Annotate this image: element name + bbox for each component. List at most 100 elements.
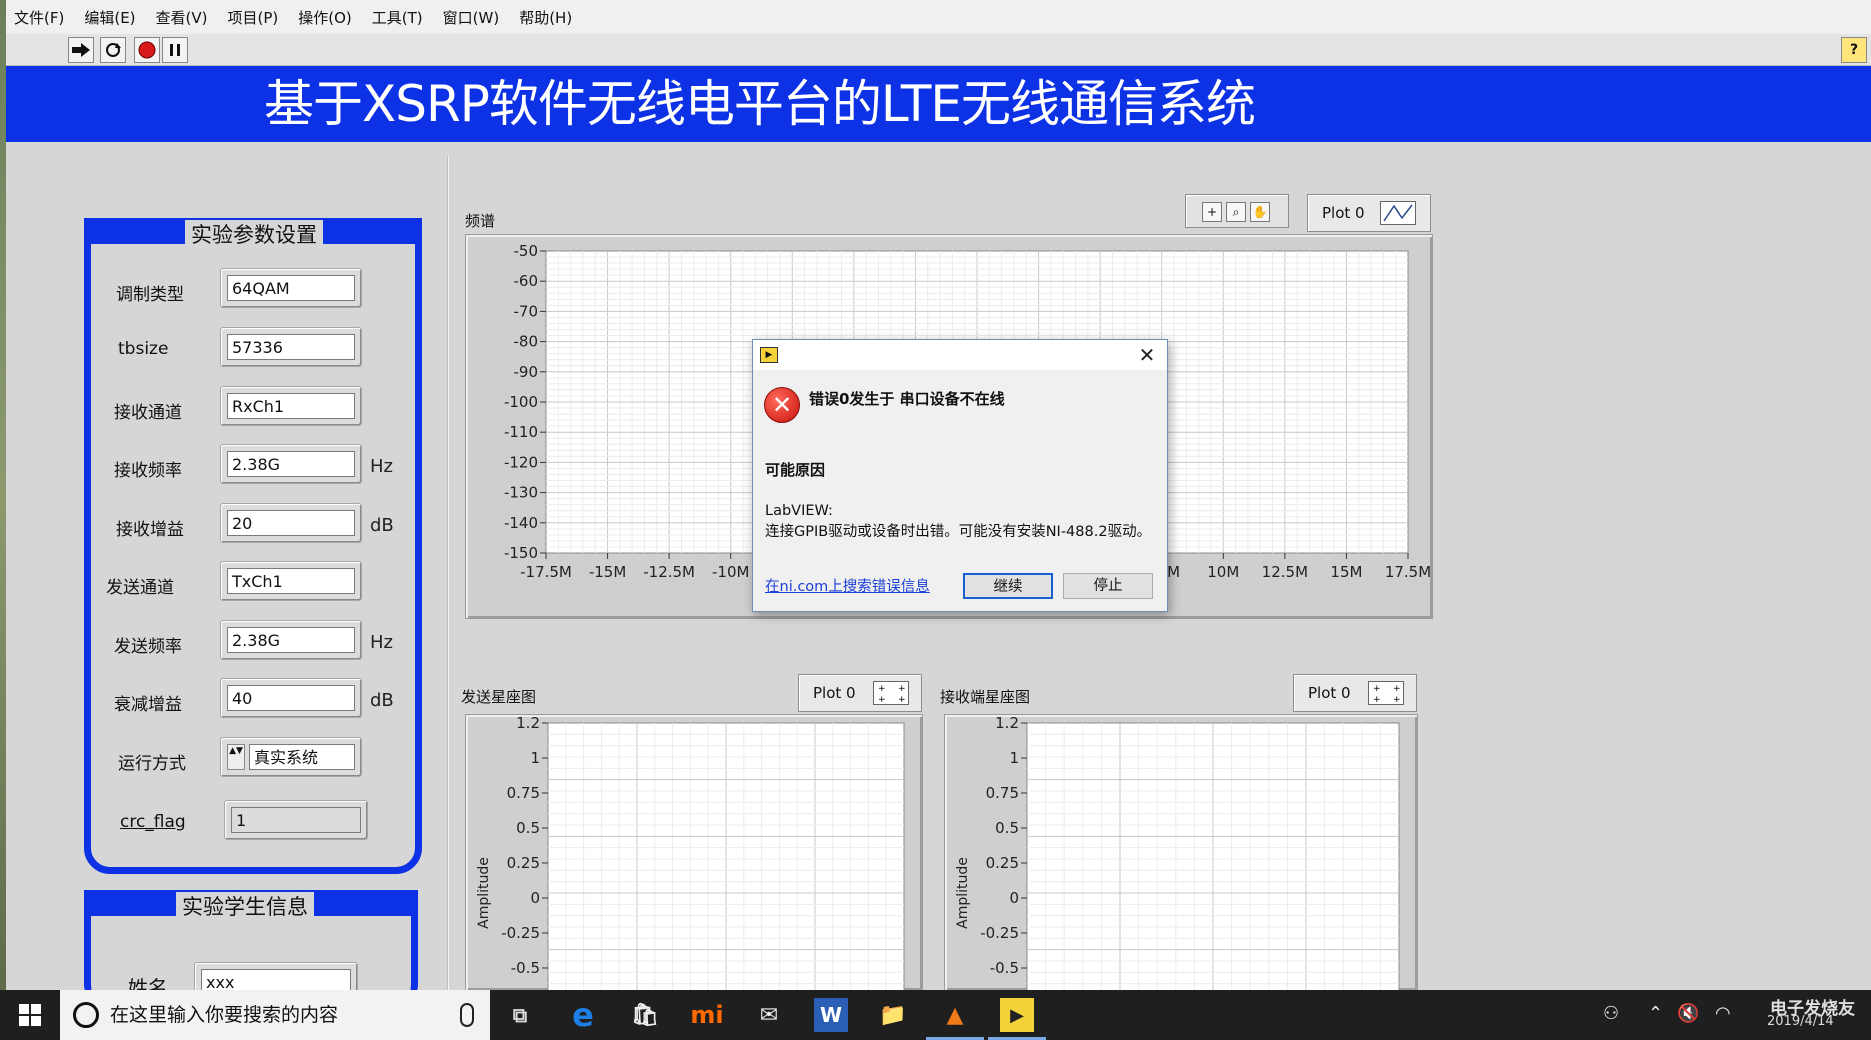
chevron-up-icon[interactable]: ⌃ (1648, 1003, 1663, 1024)
y-tick-label: 1.2 (995, 715, 1019, 732)
settings-title: 实验参数设置 (185, 220, 323, 250)
y-tick-label: -50 (514, 242, 539, 260)
stop-button[interactable]: 停止 (1063, 573, 1153, 599)
mail-icon[interactable]: ✉ (752, 998, 786, 1032)
continue-button[interactable]: 继续 (963, 573, 1053, 599)
param-field[interactable]: 2.38G (220, 620, 362, 660)
wifi-icon[interactable]: ◠ (1715, 1003, 1731, 1024)
rx-plot-legend[interactable]: Plot 0 + + + + (1293, 674, 1417, 712)
menu-bar: 文件(F) 编辑(E) 查看(V) 项目(P) 操作(O) 工具(T) 窗口(W… (6, 0, 1871, 34)
param-field[interactable]: 2.38G (220, 444, 362, 484)
spectrum-plot-legend[interactable]: Plot 0 (1307, 194, 1431, 232)
store-icon[interactable]: 🛍 (628, 998, 662, 1032)
param-label: 发送频率 (114, 637, 182, 657)
spectrum-legend-label: Plot 0 (1322, 204, 1365, 222)
param-label: tbsize (118, 339, 169, 359)
dialog-cause-label: 可能原因 (765, 461, 826, 479)
menu-help[interactable]: 帮助(H) (519, 7, 572, 28)
rx-constellation-frame: 1.2 1 0.75 0.5 0.25 0 -0.25 -0.5 Amplitude (944, 714, 1418, 991)
param-field[interactable]: 20 (220, 503, 362, 543)
word-icon[interactable]: W (814, 998, 848, 1032)
zoom-tool-icon[interactable]: ⌕ (1226, 202, 1246, 222)
y-tick-label: 0 (530, 889, 540, 907)
dialog-titlebar[interactable]: ▶ ✕ (753, 340, 1167, 370)
y-tick-label: -60 (514, 272, 539, 290)
menu-project[interactable]: 项目(P) (228, 7, 279, 28)
param-value: 40 (227, 685, 355, 711)
param-field[interactable]: TxCh1 (220, 561, 362, 601)
menu-tools[interactable]: 工具(T) (372, 7, 423, 28)
tx-constellation-graph[interactable]: 1.2 1 0.75 0.5 0.25 0 -0.25 -0.5 Amplitude (466, 715, 922, 991)
edge-icon[interactable]: e (566, 996, 600, 1034)
search-error-link[interactable]: 在ni.com上搜索错误信息 (765, 575, 930, 596)
y-axis-label: Amplitude (476, 857, 492, 929)
svg-text:+: + (1393, 684, 1401, 694)
param-field[interactable]: RxCh1 (220, 386, 362, 426)
taskbar: 在这里输入你要搜索的内容 ⧉ e 🛍 mi ✉ W 📁 ▲ ▶ ⚇ ⌃ 🔇 ◠ … (0, 990, 1871, 1040)
context-help-button[interactable]: ? (1841, 37, 1867, 63)
y-tick-label: -140 (504, 514, 538, 532)
ring-increment-icon[interactable]: ▲▼ (227, 744, 245, 770)
svg-text:+: + (898, 695, 906, 704)
people-icon[interactable]: ⚇ (1603, 1003, 1619, 1024)
run-mode-ring[interactable]: ▲▼ 真实系统 (220, 737, 362, 777)
x-tick-label: 15M (1330, 563, 1362, 581)
page-title: 基于XSRP软件无线电平台的LTE无线通信系统 (264, 75, 1256, 133)
y-tick-label: 0 (1009, 889, 1019, 907)
line-plot-icon (1380, 201, 1416, 225)
panel-splitter[interactable] (447, 156, 449, 990)
menu-operate[interactable]: 操作(O) (298, 7, 352, 28)
file-explorer-icon[interactable]: 📁 (876, 998, 910, 1032)
param-value: 20 (227, 510, 355, 536)
matlab-icon[interactable]: ▲ (938, 998, 972, 1032)
rx-legend-label: Plot 0 (1308, 684, 1351, 702)
cortana-icon (73, 1002, 99, 1028)
param-value: 真实系统 (249, 744, 355, 770)
svg-text:+: + (1373, 695, 1381, 704)
pan-tool-icon[interactable]: ✋ (1250, 202, 1270, 222)
tx-plot-legend[interactable]: Plot 0 + + + + (798, 674, 922, 712)
param-label: 接收增益 (116, 520, 184, 540)
volume-muted-icon[interactable]: 🔇 (1677, 1003, 1699, 1024)
microphone-icon[interactable] (460, 1003, 474, 1027)
run-button[interactable] (68, 37, 94, 63)
x-tick-label: -10M (712, 563, 749, 581)
windows-icon (19, 1004, 41, 1026)
cursor-tool-icon[interactable]: + (1202, 202, 1222, 222)
param-unit: Hz (370, 456, 393, 477)
y-tick-label: -90 (514, 363, 539, 381)
y-tick-label: 0.25 (507, 854, 540, 872)
param-field[interactable]: 64QAM (220, 268, 362, 308)
param-field[interactable]: 57336 (220, 327, 362, 367)
menu-view[interactable]: 查看(V) (156, 7, 208, 28)
abort-button[interactable] (134, 37, 160, 63)
param-label: 发送通道 (106, 578, 174, 598)
pause-button[interactable] (162, 37, 188, 63)
param-label: crc_flag (120, 812, 186, 832)
rx-constellation-graph[interactable]: 1.2 1 0.75 0.5 0.25 0 -0.25 -0.5 Amplitude (945, 715, 1417, 991)
labview-icon[interactable]: ▶ (1000, 998, 1034, 1032)
taskbar-clock[interactable]: 2019/4/14 (1767, 1014, 1834, 1029)
y-tick-label: 0.5 (516, 819, 540, 837)
task-view-icon[interactable]: ⧉ (503, 998, 537, 1032)
toolbar: ? (6, 34, 1871, 66)
run-continuously-button[interactable] (100, 37, 126, 63)
labview-app-icon: ▶ (760, 347, 778, 363)
error-dialog: ▶ ✕ ✕ 错误0发生于 串口设备不在线 可能原因 LabVIEW: 连接GPI… (752, 339, 1168, 612)
menu-file[interactable]: 文件(F) (14, 7, 64, 28)
taskbar-search[interactable]: 在这里输入你要搜索的内容 (60, 990, 490, 1040)
y-tick-label: 0.25 (986, 854, 1019, 872)
start-button[interactable] (0, 990, 60, 1040)
x-tick-label: -17.5M (520, 563, 572, 581)
mi-icon[interactable]: mi (690, 998, 724, 1032)
y-tick-label: -150 (504, 544, 538, 562)
menu-edit[interactable]: 编辑(E) (84, 7, 135, 28)
param-value: TxCh1 (227, 568, 355, 594)
close-icon[interactable]: ✕ (1135, 343, 1159, 367)
y-tick-label: -100 (504, 393, 538, 411)
run-continuously-icon (106, 43, 121, 57)
param-field[interactable]: 40 (220, 678, 362, 718)
y-tick-label: -70 (514, 302, 539, 320)
menu-window[interactable]: 窗口(W) (443, 7, 500, 28)
param-label: 运行方式 (118, 754, 186, 774)
